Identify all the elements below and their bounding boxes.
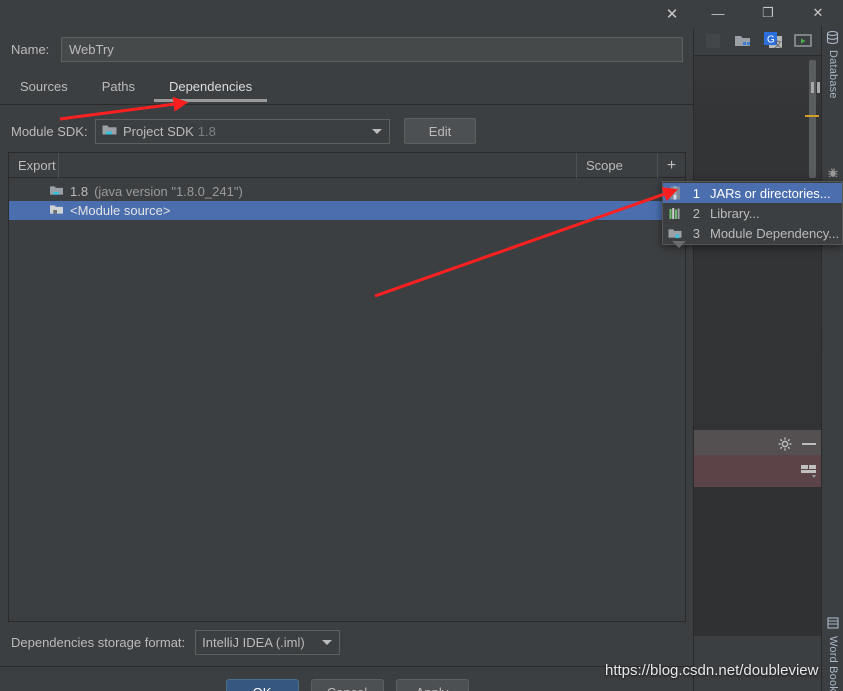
menu-item-library[interactable]: 2 Library... [663,203,842,223]
storage-format-value: IntelliJ IDEA (.iml) [202,635,305,650]
menu-item-number: 2 [688,206,700,221]
ok-button[interactable]: OK [226,679,299,691]
tabs-divider [0,104,694,105]
name-label: Name: [11,42,59,57]
menu-item-label: Module Dependency... [710,226,839,241]
module-settings-dialog: ✕ Name: Sources Paths Dependencies Modul… [0,0,694,691]
tab-paths[interactable]: Paths [96,78,141,100]
module-source-icon [49,203,64,219]
gear-icon[interactable] [778,437,792,451]
row-name: 1.8 [70,184,88,199]
storage-format-dropdown[interactable]: IntelliJ IDEA (.iml) [195,630,340,655]
editor-band-3 [693,487,821,637]
edit-sdk-button[interactable]: Edit [404,118,476,144]
dependencies-table: Export Scope + 1.8 (java version "1.8.0_… [8,152,686,622]
table-row[interactable]: 1.8 (java version "1.8.0_241") [9,182,685,201]
menu-item-label: JARs or directories... [710,186,831,201]
window-restore-button[interactable]: ❐ [750,0,786,26]
row-name: <Module source> [70,203,170,218]
chevron-down-icon [372,129,382,134]
tab-dependencies[interactable]: Dependencies [163,78,258,100]
storage-format-label: Dependencies storage format: [11,635,185,650]
menu-item-number: 1 [688,186,700,201]
database-icon[interactable] [826,31,839,46]
screen: G 文 — ❐ ✕ [0,0,843,691]
module-sdk-row: Module SDK: Project SDK 1.8 Edit [0,118,694,144]
window-close-button[interactable]: ✕ [800,0,836,26]
database-label[interactable]: Database [827,50,839,99]
menu-item-number: 3 [688,226,700,241]
dialog-close-button[interactable]: ✕ [659,2,685,26]
bug-icon[interactable] [827,167,839,181]
column-header-scope[interactable]: Scope [577,153,658,178]
menu-scroll-down-indicator [672,241,686,248]
add-dependency-menu: 1 JARs or directories... 2 Library... [662,181,843,245]
dialog-titlebar [0,0,694,28]
window-minimize-button[interactable]: — [700,0,736,26]
storage-format-row: Dependencies storage format: IntelliJ ID… [0,628,694,656]
blank-icon [703,31,723,51]
module-sdk-label: Module SDK: [11,124,95,139]
table-row[interactable]: <Module source> [9,201,685,220]
name-row: Name: [0,36,694,62]
dialog-tabs: Sources Paths Dependencies [0,78,694,103]
dialog-button-bar: OK Cancel Apply [0,667,694,691]
module-sdk-dropdown[interactable]: Project SDK 1.8 [95,119,390,144]
caret-marker [805,115,819,117]
word-book-label[interactable]: Word Book [827,636,839,691]
layout-icon[interactable] [801,464,818,478]
library-icon [667,206,683,221]
module-icon [667,226,683,241]
jar-icon [667,186,683,201]
menu-item-jars-or-directories[interactable]: 1 JARs or directories... [663,183,842,203]
module-sdk-value: Project SDK [123,124,194,139]
table-body: 1.8 (java version "1.8.0_241") <Module s… [9,182,685,220]
name-input[interactable] [61,37,683,62]
pause-icon[interactable] [811,82,820,93]
module-sdk-version: 1.8 [198,124,216,139]
row-detail: (java version "1.8.0_241") [94,184,243,199]
apply-button[interactable]: Apply [396,679,469,691]
right-tool-strip: Database Ant Word Book [821,26,843,691]
google-translate-icon[interactable]: G 文 [763,31,783,51]
add-dependency-button[interactable]: + [658,153,685,178]
run-icon[interactable] [793,31,813,51]
jdk-icon [49,184,64,200]
window-controls: — ❐ ✕ [693,0,843,26]
jdk-folder-icon [102,123,117,140]
column-header-middle[interactable] [59,153,577,178]
table-header-row: Export Scope + [9,153,685,178]
cancel-button[interactable]: Cancel [311,679,384,691]
book-icon[interactable] [827,617,839,631]
editor-scrollbar[interactable] [809,60,816,178]
chevron-down-icon [322,640,332,645]
project-structure-icon[interactable] [733,31,753,51]
minimize-panel-icon[interactable] [802,443,816,445]
tab-sources[interactable]: Sources [14,78,74,100]
svg-text:文: 文 [774,39,782,49]
menu-item-module-dependency[interactable]: 3 Module Dependency... [663,223,842,243]
menu-item-label: Library... [710,206,760,221]
column-header-export[interactable]: Export [9,153,59,178]
watermark-url: https://blog.csdn.net/doubleview [605,662,818,679]
